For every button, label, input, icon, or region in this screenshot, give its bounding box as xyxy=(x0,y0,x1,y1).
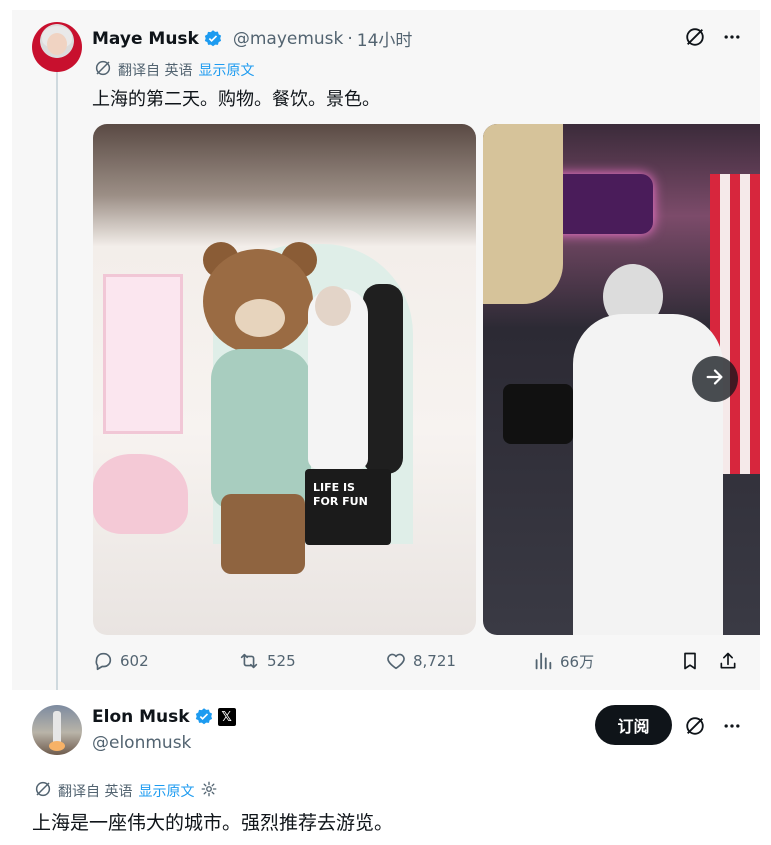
views-button[interactable]: 66万 xyxy=(532,650,594,672)
heart-icon xyxy=(385,650,407,672)
view-count: 66万 xyxy=(560,652,595,671)
camera xyxy=(503,384,573,444)
main-tweet-text: 上海是一座伟大的城市。强烈推荐去游览。 xyxy=(32,812,394,834)
tweet-photo-1[interactable]: LIFE IS FOR FUN xyxy=(93,124,476,635)
parent-top-actions xyxy=(684,26,742,48)
main-author-row: Elon Musk 𝕏 xyxy=(92,707,236,727)
bear-snout xyxy=(235,299,285,337)
carousel-next-button[interactable] xyxy=(692,356,738,402)
woman-head xyxy=(315,286,351,326)
bear-body xyxy=(211,349,311,509)
avatar-elon-musk[interactable] xyxy=(32,705,82,755)
repost-button[interactable]: 525 xyxy=(237,650,296,672)
settings-gear-icon[interactable] xyxy=(200,780,218,802)
avatar-face xyxy=(47,33,67,55)
bear-legs xyxy=(221,494,305,574)
translate-icon xyxy=(94,59,112,81)
parent-translation-row: 翻译自 英语 显示原文 xyxy=(94,59,254,81)
dot-separator: · xyxy=(347,28,353,49)
arrow-right-icon xyxy=(704,366,726,392)
parent-author-row: Maye Musk @mayemusk · 14小时 xyxy=(92,26,413,52)
avatar-maye-musk[interactable] xyxy=(32,22,82,72)
parent-display-name[interactable]: Maye Musk xyxy=(92,29,199,49)
more-options-icon[interactable] xyxy=(722,716,742,736)
translated-from-label: 翻译自 英语 xyxy=(118,63,193,79)
reply-button[interactable]: 602 xyxy=(92,650,149,672)
translate-icon xyxy=(34,780,52,802)
share-button[interactable] xyxy=(718,650,738,672)
plush-toys xyxy=(93,454,188,534)
main-display-name[interactable]: Elon Musk xyxy=(92,707,190,727)
verified-badge-icon[interactable] xyxy=(203,29,223,49)
main-top-actions xyxy=(684,715,742,737)
grok-icon[interactable] xyxy=(684,715,706,737)
parent-handle[interactable]: @mayemusk xyxy=(233,29,344,49)
x-affiliate-badge-icon[interactable]: 𝕏 xyxy=(217,708,236,726)
parent-tweet-text: 上海的第二天。购物。餐饮。景色。 xyxy=(92,89,380,110)
main-translation-row: 翻译自 英语 显示原文 xyxy=(34,780,218,802)
repost-count: 525 xyxy=(267,652,296,670)
verified-badge-icon[interactable] xyxy=(194,707,214,727)
avatar-flame xyxy=(49,741,65,751)
translated-from-label: 翻译自 英语 xyxy=(58,784,133,800)
grok-icon[interactable] xyxy=(684,26,706,48)
share-icon xyxy=(718,650,738,672)
like-count: 8,721 xyxy=(413,652,456,670)
bookmark-icon xyxy=(680,650,700,672)
person-background xyxy=(363,284,403,474)
reply-icon xyxy=(92,650,114,672)
show-original-link[interactable]: 显示原文 xyxy=(138,781,194,801)
foreground-hair xyxy=(483,124,563,304)
bookmark-button[interactable] xyxy=(680,650,700,672)
like-button[interactable]: 8,721 xyxy=(385,650,456,672)
parent-timestamp[interactable]: 14小时 xyxy=(357,26,413,51)
avatar-rocket xyxy=(53,711,61,745)
thread-connector-line xyxy=(56,68,58,708)
shopping-bag: LIFE IS FOR FUN xyxy=(305,469,391,545)
subscribe-button[interactable]: 订阅 xyxy=(595,705,672,745)
parent-action-bar: 602 525 8,721 66万 xyxy=(92,650,748,678)
show-original-link[interactable]: 显示原文 xyxy=(198,60,254,80)
repost-icon xyxy=(237,650,261,672)
bar-chart-icon xyxy=(532,650,554,672)
more-options-icon[interactable] xyxy=(722,27,742,47)
wall-poster xyxy=(103,274,183,434)
reply-count: 602 xyxy=(120,652,149,670)
main-handle[interactable]: @elonmusk xyxy=(92,733,191,753)
